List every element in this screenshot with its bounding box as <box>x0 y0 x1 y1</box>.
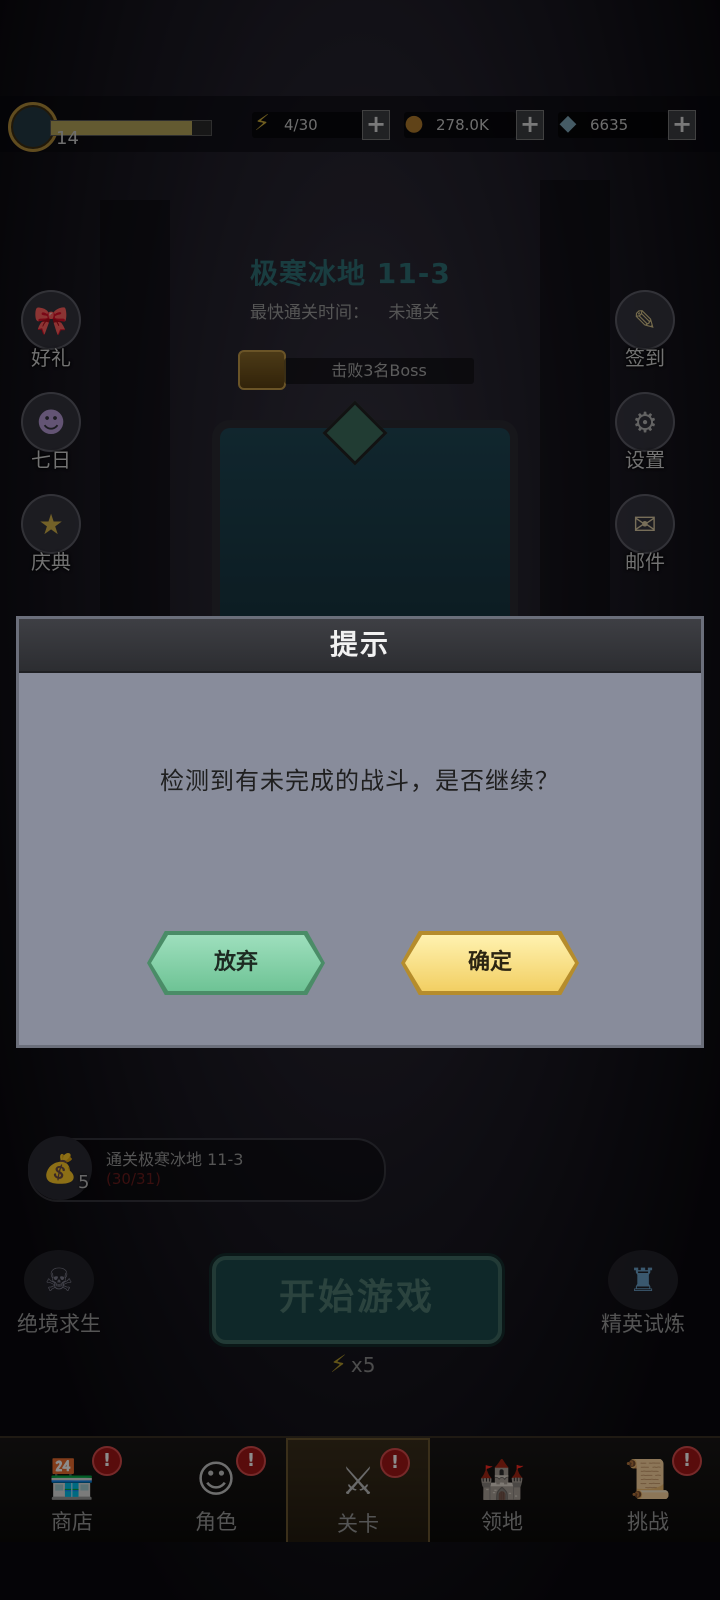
give-up-button[interactable]: 放弃 <box>151 935 321 991</box>
dialog-title: 提示 <box>329 628 390 661</box>
dialog-message: 检测到有未完成的战斗，是否继续？ <box>160 767 560 795</box>
dialog-header: 提示 <box>19 619 701 673</box>
resume-battle-dialog: 提示 检测到有未完成的战斗，是否继续？ 放弃 确定 <box>16 616 704 1048</box>
confirm-button[interactable]: 确定 <box>405 935 575 991</box>
